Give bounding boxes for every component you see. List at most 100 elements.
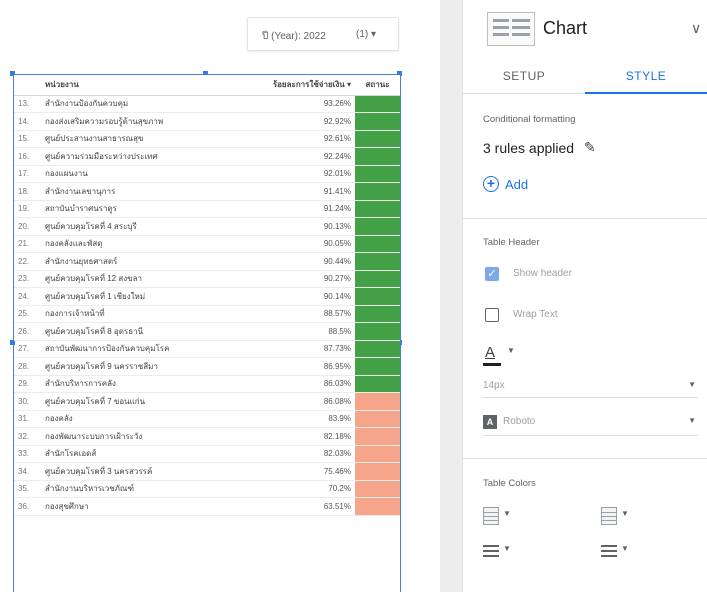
header-spending-percent[interactable]: ร้อยละการใช้จ่ายเงิน ▾: [219, 75, 355, 96]
row-status-cell: [355, 480, 400, 498]
dropdown-arrow-icon: ▼: [507, 346, 515, 355]
row-index: 31.: [14, 410, 41, 428]
table-row: 36. กองสุขศึกษา 63.51%: [14, 497, 400, 516]
header-background-icon: [483, 507, 499, 525]
font-icon: A: [483, 415, 497, 429]
row-spending-percent: 92.61%: [219, 130, 355, 148]
row-status-cell: [355, 217, 400, 236]
properties-panel: Chart ∨ SETUP STYLE Conditional formatti…: [462, 0, 707, 592]
row-spending-percent: 86.08%: [219, 392, 355, 411]
row-index: 26.: [14, 322, 41, 341]
add-circle-icon[interactable]: +: [483, 176, 499, 192]
row-unit-name: สำนักงานยุทธศาสตร์: [41, 252, 219, 271]
row-status-cell: [355, 410, 400, 428]
row-index: 22.: [14, 252, 41, 271]
tab-setup[interactable]: SETUP: [463, 60, 585, 94]
row-unit-name: กองคลัง: [41, 410, 219, 428]
tab-style[interactable]: STYLE: [585, 60, 707, 94]
row-spending-percent: 90.27%: [219, 270, 355, 288]
table-row: 17. กองแผนงาน 92.01%: [14, 165, 400, 183]
font-color-picker[interactable]: A ▼: [483, 344, 523, 368]
even-row-color-picker[interactable]: ▼: [601, 542, 635, 564]
row-status-cell: [355, 165, 400, 183]
row-index: 23.: [14, 270, 41, 288]
row-index: 34.: [14, 462, 41, 481]
table-row: 27. สถาบันพัฒนาการป้องกันควบคุมโรค 87.73%: [14, 340, 400, 358]
panel-tabs: SETUP STYLE: [463, 60, 707, 94]
table-chart-icon[interactable]: [487, 12, 535, 46]
date-control-label: ปี (Year): 2022: [262, 31, 326, 42]
odd-row-color-picker[interactable]: ▼: [483, 542, 517, 564]
row-status-cell: [355, 112, 400, 131]
row-spending-percent: 86.03%: [219, 375, 355, 393]
row-index: 27.: [14, 340, 41, 358]
panel-divider[interactable]: [440, 0, 473, 592]
row-index: 16.: [14, 147, 41, 166]
row-spending-percent: 90.14%: [219, 287, 355, 306]
row-spending-percent: 75.46%: [219, 462, 355, 481]
table-row: 21. กองคลังและพัสดุ 90.05%: [14, 235, 400, 253]
row-index: 30.: [14, 392, 41, 411]
dropdown-arrow-icon: ▼: [621, 509, 629, 518]
header-status[interactable]: สถานะ: [355, 75, 400, 96]
header-unit[interactable]: หน่วยงาน: [41, 75, 219, 96]
row-status-cell: [355, 322, 400, 341]
row-index: 19.: [14, 200, 41, 218]
table-row: 14. กองส่งเสริมความรอบรู้ด้านสุขภาพ 92.92%: [14, 112, 400, 131]
row-spending-percent: 91.24%: [219, 200, 355, 218]
conditional-formatting-title: Conditional formatting: [483, 114, 576, 125]
chevron-down-icon[interactable]: ∨: [691, 20, 701, 37]
wrap-text-checkbox[interactable]: [485, 308, 499, 322]
table-colors-title: Table Colors: [483, 478, 536, 489]
wrap-text-label: Wrap Text: [513, 309, 558, 320]
row-unit-name: สถาบันพัฒนาการป้องกันควบคุมโรค: [41, 340, 219, 358]
row-unit-name: ศูนย์ประสานงานสาธารณสุข: [41, 130, 219, 148]
row-spending-percent: 90.05%: [219, 235, 355, 253]
row-unit-name: สำนักงานเลขานุการ: [41, 182, 219, 201]
font-family-select[interactable]: A Roboto ▼: [483, 412, 698, 436]
table-header-row: หน่วยงาน ร้อยละการใช้จ่ายเงิน ▾ สถานะ: [14, 75, 400, 96]
dropdown-arrow-icon: ▼: [503, 544, 511, 553]
table-border-color-picker[interactable]: ▼: [601, 507, 635, 529]
header-index: [14, 75, 41, 96]
row-unit-name: ศูนย์ควบคุมโรคที่ 9 นครราชสีมา: [41, 357, 219, 376]
dropdown-arrow-icon: ▼: [503, 509, 511, 518]
header-background-color-picker[interactable]: ▼: [483, 507, 517, 529]
row-unit-name: สำนักงานป้องกันควบคุม: [41, 95, 219, 113]
row-unit-name: ศูนย์ควบคุมโรคที่ 1 เชียงใหม่: [41, 287, 219, 306]
row-unit-name: สำนักบริหารการคลัง: [41, 375, 219, 393]
add-rule-button[interactable]: Add: [505, 177, 528, 192]
table-row: 24. ศูนย์ควบคุมโรคที่ 1 เชียงใหม่ 90.14%: [14, 287, 400, 306]
show-header-checkbox[interactable]: ✓: [485, 267, 499, 281]
table-row: 35. สำนักงานบริหารเวชภัณฑ์ 70.2%: [14, 480, 400, 498]
report-canvas: ปี (Year): 2022 (1) ▾ หน่วยงาน ร้อยละการ…: [0, 0, 440, 592]
date-range-control[interactable]: ปี (Year): 2022 (1) ▾: [247, 17, 399, 51]
row-unit-name: กองส่งเสริมความรอบรู้ด้านสุขภาพ: [41, 112, 219, 131]
font-size-select[interactable]: 14px ▼: [483, 376, 698, 398]
table-row: 32. กองพัฒนาระบบการเฝ้าระวัง 82.18%: [14, 427, 400, 446]
pencil-icon[interactable]: ✎: [584, 139, 596, 156]
row-index: 21.: [14, 235, 41, 253]
chart-table[interactable]: หน่วยงาน ร้อยละการใช้จ่ายเงิน ▾ สถานะ 13…: [10, 71, 402, 592]
rules-applied-text[interactable]: 3 rules applied: [483, 140, 574, 156]
row-spending-percent: 87.73%: [219, 340, 355, 358]
odd-row-color-icon: [483, 542, 499, 560]
table-row: 29. สำนักบริหารการคลัง 86.03%: [14, 375, 400, 393]
font-color-swatch: [483, 363, 501, 366]
row-spending-percent: 82.03%: [219, 445, 355, 463]
row-status-cell: [355, 392, 400, 411]
row-unit-name: กองแผนงาน: [41, 165, 219, 183]
dropdown-arrow-icon: ▼: [621, 544, 629, 553]
row-spending-percent: 91.41%: [219, 182, 355, 201]
table-row: 26. ศูนย์ควบคุมโรคที่ 8 อุดรธานี 88.5%: [14, 322, 400, 341]
table-row: 18. สำนักงานเลขานุการ 91.41%: [14, 182, 400, 201]
row-index: 25.: [14, 305, 41, 323]
table-row: 19. สถาบันบำราศนราดูร 91.24%: [14, 200, 400, 218]
row-status-cell: [355, 130, 400, 148]
date-control-value[interactable]: (1) ▾: [356, 29, 376, 40]
even-row-color-icon: [601, 542, 617, 560]
row-index: 24.: [14, 287, 41, 306]
row-index: 28.: [14, 357, 41, 376]
table-row: 28. ศูนย์ควบคุมโรคที่ 9 นครราชสีมา 86.95%: [14, 357, 400, 376]
table-row: 34. ศูนย์ควบคุมโรคที่ 3 นครสวรรค์ 75.46%: [14, 462, 400, 481]
